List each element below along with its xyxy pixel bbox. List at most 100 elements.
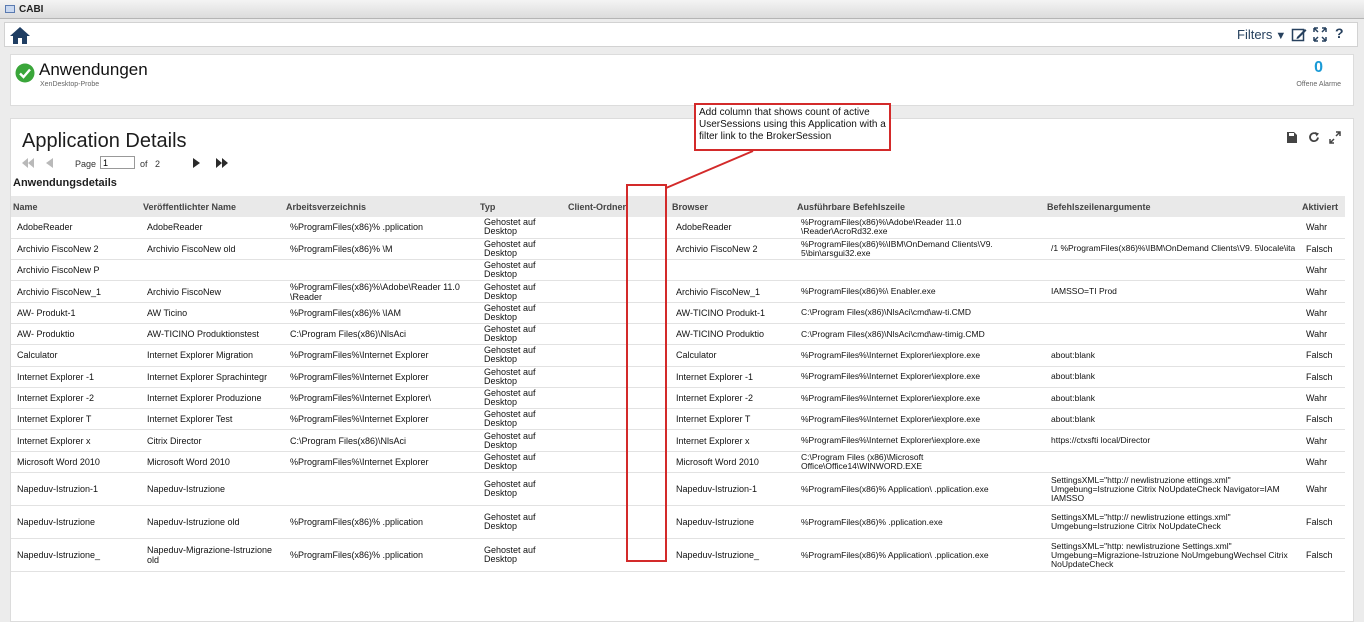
cell-published-name: Microsoft Word 2010 bbox=[141, 451, 284, 474]
cell-enabled: Falsch bbox=[1300, 366, 1345, 388]
cell-workdir bbox=[284, 259, 478, 282]
cell-client-folder bbox=[566, 280, 670, 303]
cell-published-name: Napeduv-Istruzione old bbox=[141, 505, 284, 540]
open-alarms-count[interactable]: 0 bbox=[1314, 59, 1323, 77]
cell-cmdline: C:\Program Files (x86)\Microsoft Office\… bbox=[795, 451, 1045, 474]
cell-browser: Archivio FiscoNew_1 bbox=[670, 280, 795, 303]
table-header-row: Name Veröffentlichter Name Arbeitsverzei… bbox=[11, 196, 1345, 217]
cell-enabled: Wahr bbox=[1300, 259, 1345, 282]
cell-workdir: C:\Program Files(x86)\NlsAci bbox=[284, 429, 478, 452]
fullscreen-icon[interactable] bbox=[1312, 26, 1328, 43]
cell-args bbox=[1045, 217, 1300, 239]
cell-enabled: Falsch bbox=[1300, 408, 1345, 431]
filters-button[interactable]: Filters ▼ bbox=[1237, 27, 1286, 42]
cell-cmdline: %ProgramFiles(x86)% Application\ .pplica… bbox=[795, 538, 1045, 573]
cell-enabled: Wahr bbox=[1300, 280, 1345, 303]
cell-name: Internet Explorer x bbox=[11, 429, 141, 452]
cell-cmdline: %ProgramFiles(x86)%\ Enabler.exe bbox=[795, 280, 1045, 303]
col-header-enabled[interactable]: Aktiviert bbox=[1300, 196, 1345, 217]
cell-args: IAMSSO=TI Prod bbox=[1045, 280, 1300, 303]
table-row[interactable]: Napeduv-Istruzione Napeduv-Istruzione old… bbox=[11, 505, 1345, 540]
cell-browser: Microsoft Word 2010 bbox=[670, 451, 795, 474]
cell-workdir: %ProgramFiles(x86)%\Adobe\Reader 11.0 \R… bbox=[284, 280, 478, 303]
help-icon[interactable]: ? bbox=[1335, 25, 1344, 41]
cell-enabled: Falsch bbox=[1300, 238, 1345, 261]
table-row[interactable]: Microsoft Word 2010 Microsoft Word 2010 %P… bbox=[11, 451, 1345, 474]
table-row[interactable]: Calculator Internet Explorer Migration %Pr… bbox=[11, 344, 1345, 367]
col-header-name[interactable]: Name bbox=[11, 196, 141, 217]
col-header-browser[interactable]: Browser bbox=[670, 196, 795, 217]
table-body: AdobeReader AdobeReader %ProgramFiles(x86)… bbox=[11, 217, 1345, 573]
last-page-icon[interactable] bbox=[215, 158, 229, 168]
cell-browser: AW-TICINO Produktio bbox=[670, 323, 795, 346]
table-row[interactable]: Archivio FiscoNew 2 Archivio FiscoNew old… bbox=[11, 238, 1345, 261]
table-row[interactable]: Archivio FiscoNew P Gehostet auf Desktop W… bbox=[11, 259, 1345, 282]
cell-type: Gehostet auf Desktop bbox=[478, 387, 566, 410]
table-row[interactable]: AW- Produktio AW-TICINO Produktionstest C:… bbox=[11, 323, 1345, 346]
filter-caret-icon: ▼ bbox=[1275, 30, 1287, 42]
first-page-icon[interactable] bbox=[21, 158, 35, 168]
col-header-type[interactable]: Typ bbox=[478, 196, 566, 217]
cell-name: Archivio FiscoNew_1 bbox=[11, 280, 141, 303]
table-row[interactable]: Internet Explorer x Citrix Director C:\Pro… bbox=[11, 429, 1345, 452]
cell-client-folder bbox=[566, 217, 670, 239]
top-toolbar: Filters ▼ ? bbox=[4, 22, 1358, 47]
refresh-icon[interactable] bbox=[1308, 131, 1320, 144]
edit-icon[interactable] bbox=[1291, 26, 1307, 43]
panel-title: Application Details bbox=[22, 130, 187, 152]
table-row[interactable]: Internet Explorer T Internet Explorer Tes… bbox=[11, 408, 1345, 431]
cell-args bbox=[1045, 259, 1300, 282]
cell-enabled: Wahr bbox=[1300, 451, 1345, 474]
cell-name: AdobeReader bbox=[11, 217, 141, 239]
cell-browser: AdobeReader bbox=[670, 217, 795, 239]
table-row[interactable]: Internet Explorer -1 Internet Explorer Sp… bbox=[11, 366, 1345, 388]
cell-browser: Napeduv-Istruzion-1 bbox=[670, 472, 795, 507]
cell-args: https://ctxsfti local/Director bbox=[1045, 429, 1300, 452]
cell-published-name bbox=[141, 259, 284, 282]
page-input[interactable] bbox=[100, 156, 135, 169]
cell-args bbox=[1045, 302, 1300, 324]
cell-workdir bbox=[284, 472, 478, 507]
expand-icon[interactable] bbox=[1329, 131, 1341, 144]
table-row[interactable]: Napeduv-Istruzione_ Napeduv-Migrazione-Is… bbox=[11, 538, 1345, 573]
cell-published-name: Archivio FiscoNew bbox=[141, 280, 284, 303]
summary-title: Anwendungen bbox=[39, 60, 148, 79]
cell-browser bbox=[670, 259, 795, 282]
cell-name: Internet Explorer -2 bbox=[11, 387, 141, 410]
prev-page-icon[interactable] bbox=[45, 158, 54, 168]
home-icon[interactable] bbox=[9, 25, 31, 45]
cell-published-name: AdobeReader bbox=[141, 217, 284, 239]
cell-browser: Archivio FiscoNew 2 bbox=[670, 238, 795, 261]
cell-args: about:blank bbox=[1045, 366, 1300, 388]
cell-type: Gehostet auf Desktop bbox=[478, 472, 566, 507]
cell-published-name: AW Ticino bbox=[141, 302, 284, 324]
col-header-client-folder[interactable]: Client-Ordner bbox=[566, 196, 670, 217]
cell-args: about:blank bbox=[1045, 408, 1300, 431]
cell-name: Napeduv-Istruzione bbox=[11, 505, 141, 540]
col-header-published[interactable]: Veröffentlichter Name bbox=[141, 196, 284, 217]
cell-browser: Internet Explorer x bbox=[670, 429, 795, 452]
table-row[interactable]: AdobeReader AdobeReader %ProgramFiles(x86)… bbox=[11, 217, 1345, 239]
table-row[interactable]: Internet Explorer -2 Internet Explorer Pr… bbox=[11, 387, 1345, 410]
table-row[interactable]: Archivio FiscoNew_1 Archivio FiscoNew %Pro… bbox=[11, 280, 1345, 303]
cell-enabled: Falsch bbox=[1300, 505, 1345, 540]
table-row[interactable]: Napeduv-Istruzion-1 Napeduv-Istruzione Geh… bbox=[11, 472, 1345, 507]
next-page-icon[interactable] bbox=[192, 158, 201, 168]
cell-client-folder bbox=[566, 323, 670, 346]
export-icon[interactable] bbox=[1286, 131, 1298, 144]
cell-enabled: Falsch bbox=[1300, 538, 1345, 573]
cell-workdir: %ProgramFiles(x86)% \M bbox=[284, 238, 478, 261]
cell-type: Gehostet auf Desktop bbox=[478, 217, 566, 239]
cell-args: SettingsXML="http: newlistruzione Settin… bbox=[1045, 538, 1300, 573]
cell-browser: Internet Explorer -2 bbox=[670, 387, 795, 410]
cell-client-folder bbox=[566, 344, 670, 367]
col-header-args[interactable]: Befehlszeilenargumente bbox=[1045, 196, 1300, 217]
cell-client-folder bbox=[566, 302, 670, 324]
cell-cmdline: %ProgramFiles(x86)%\Adobe\Reader 11.0 \R… bbox=[795, 217, 1045, 239]
col-header-cmdline[interactable]: Ausführbare Befehlszeile bbox=[795, 196, 1045, 217]
page-total: 2 bbox=[155, 159, 161, 169]
cell-type: Gehostet auf Desktop bbox=[478, 302, 566, 324]
table-row[interactable]: AW- Produkt-1 AW Ticino %ProgramFiles(x86)… bbox=[11, 302, 1345, 324]
col-header-workdir[interactable]: Arbeitsverzeichnis bbox=[284, 196, 478, 217]
cell-cmdline: %ProgramFiles%\Internet Explorer\iexplor… bbox=[795, 387, 1045, 410]
